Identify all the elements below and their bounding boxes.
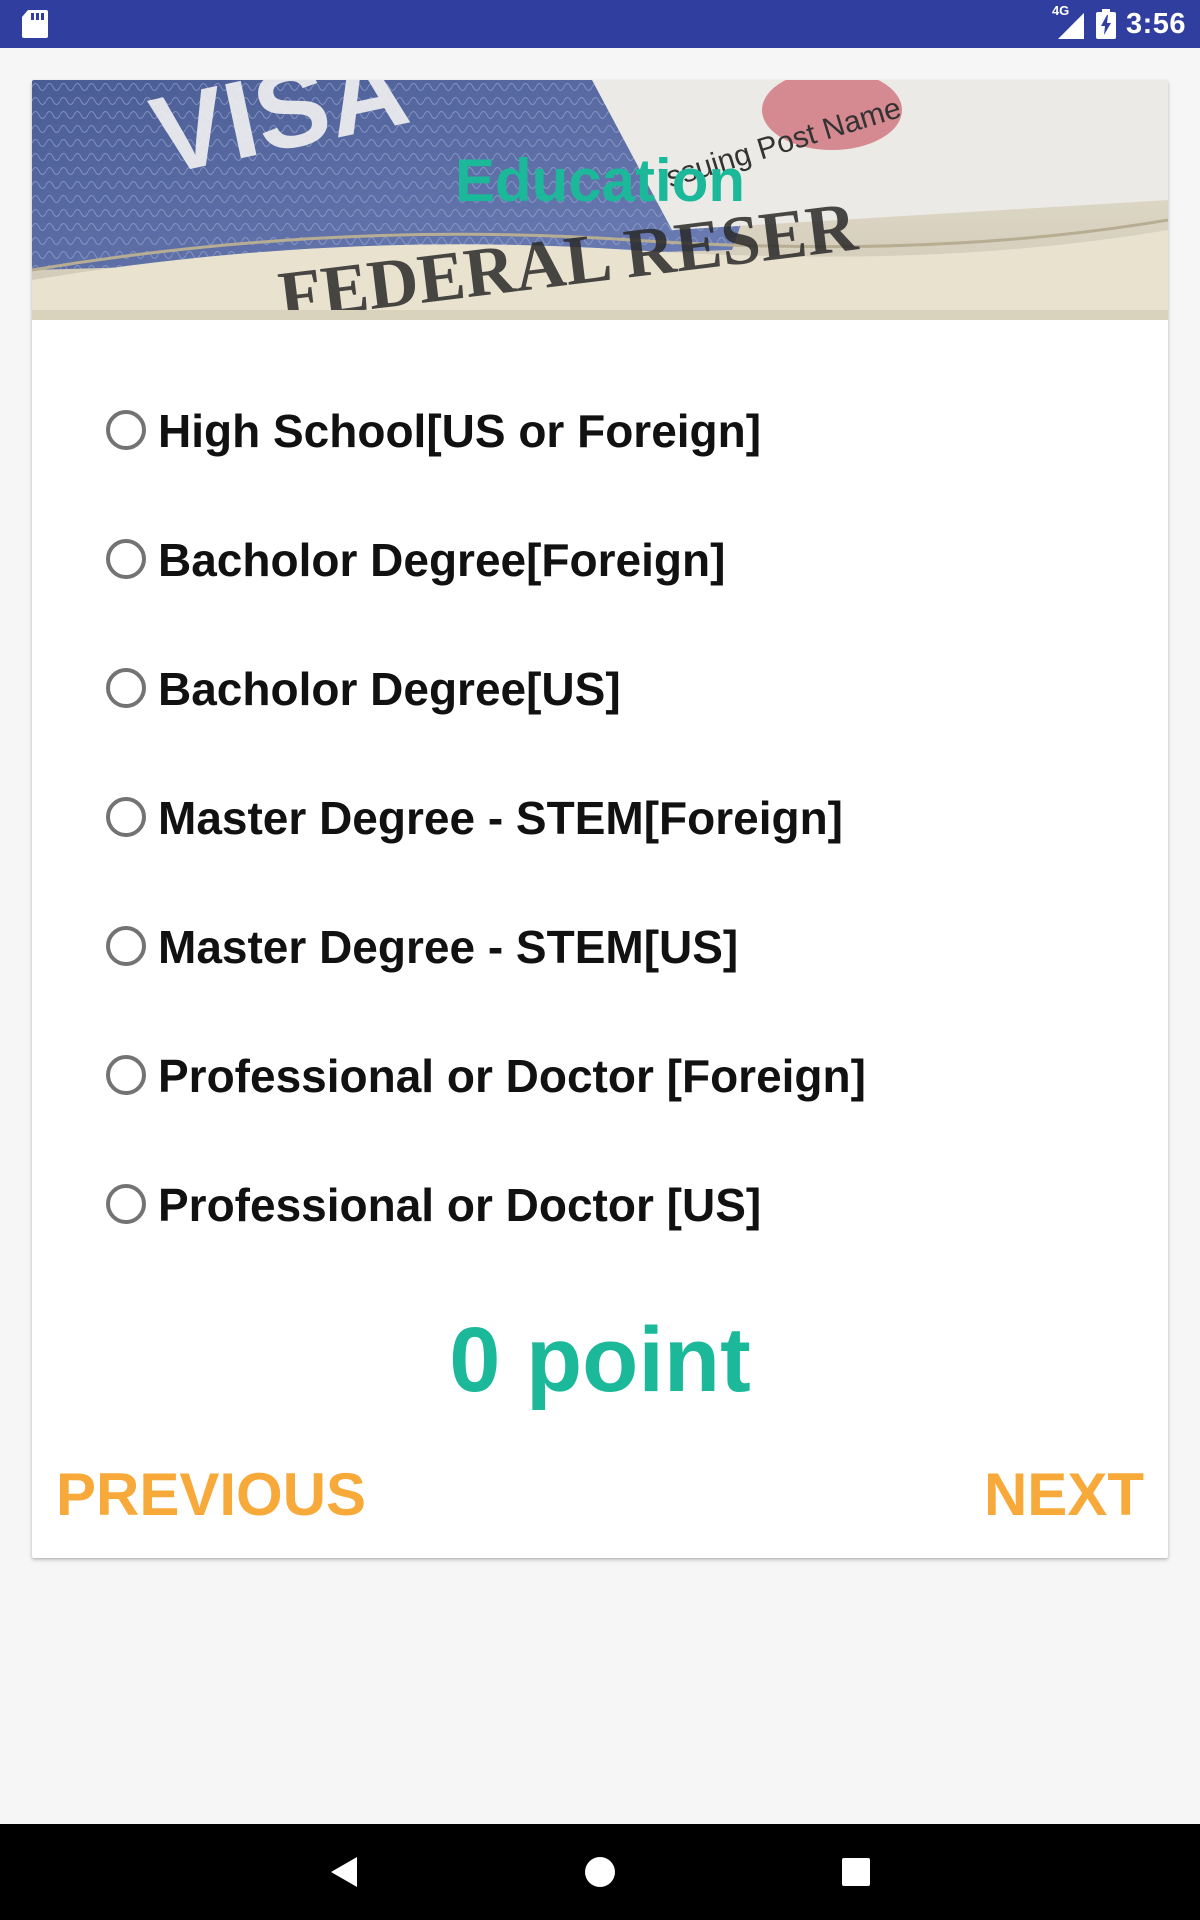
option-professional-doctor-us[interactable]: Professional or Doctor [US]: [106, 1144, 1106, 1273]
radio-button[interactable]: [106, 925, 146, 966]
back-icon[interactable]: [296, 1824, 392, 1920]
page-title: Education: [454, 146, 745, 214]
radio-button[interactable]: [106, 796, 146, 837]
option-bachelor-us[interactable]: Bacholor Degree[US]: [106, 628, 1106, 757]
banner: VISA Issuing Post Name FEDERAL RESER Edu…: [32, 80, 1168, 320]
education-options: High School[US or Foreign] Bacholor Degr…: [106, 370, 1106, 1273]
option-high-school[interactable]: High School[US or Foreign]: [106, 370, 1106, 499]
option-professional-doctor-foreign[interactable]: Professional or Doctor [Foreign]: [106, 1015, 1106, 1144]
radio-button[interactable]: [106, 667, 146, 708]
option-label: Bacholor Degree[Foreign]: [158, 533, 726, 586]
recents-icon[interactable]: [808, 1824, 904, 1920]
home-icon[interactable]: [552, 1824, 648, 1920]
status-bar: 4G 3:56: [0, 0, 1200, 48]
next-button[interactable]: NEXT: [984, 1460, 1144, 1529]
radio-button[interactable]: [106, 1054, 146, 1095]
signal-icon: 4G: [1052, 3, 1086, 41]
option-label: Professional or Doctor [US]: [158, 1178, 762, 1231]
option-master-stem-us[interactable]: Master Degree - STEM[US]: [106, 886, 1106, 1015]
radio-button[interactable]: [106, 538, 146, 579]
battery-charging-icon: [1095, 9, 1116, 39]
option-label: High School[US or Foreign]: [158, 404, 762, 457]
option-master-stem-foreign[interactable]: Master Degree - STEM[Foreign]: [106, 757, 1106, 886]
sd-card-icon: [22, 10, 48, 38]
radio-button[interactable]: [106, 409, 146, 450]
radio-button[interactable]: [106, 1183, 146, 1224]
option-label: Master Degree - STEM[Foreign]: [158, 791, 843, 844]
option-label: Bacholor Degree[US]: [158, 662, 621, 715]
status-time: 3:56: [1125, 7, 1186, 40]
option-label: Master Degree - STEM[US]: [158, 920, 739, 973]
system-nav-bar: [0, 1824, 1200, 1920]
option-bachelor-foreign[interactable]: Bacholor Degree[Foreign]: [106, 499, 1106, 628]
previous-button[interactable]: PREVIOUS: [56, 1460, 366, 1529]
points-display: 0 point: [449, 1309, 751, 1411]
education-card: VISA Issuing Post Name FEDERAL RESER Edu…: [32, 80, 1168, 1558]
option-label: Professional or Doctor [Foreign]: [158, 1049, 866, 1102]
